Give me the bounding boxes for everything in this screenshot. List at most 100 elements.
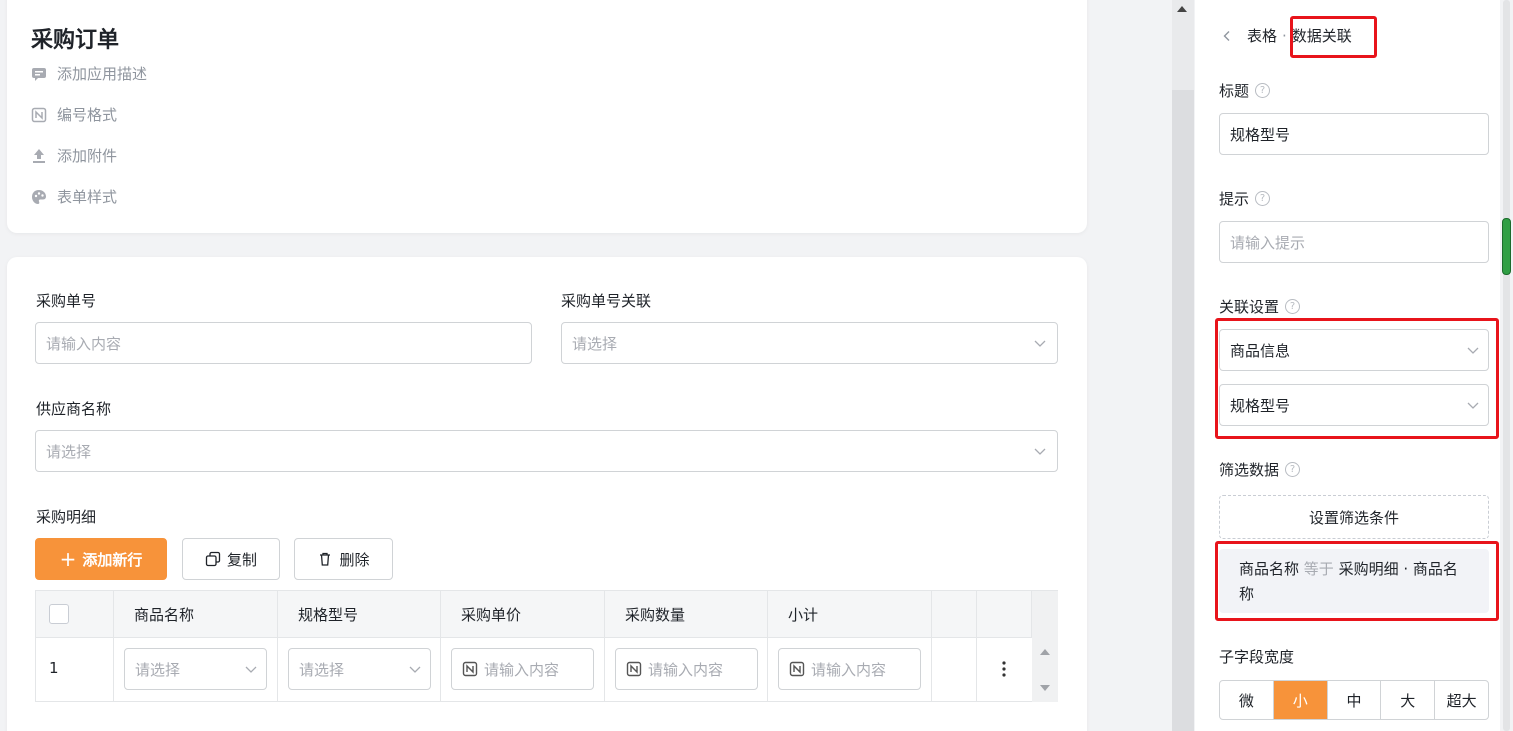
- trash-icon: [320, 552, 331, 566]
- product-name-cell: 请选择: [114, 638, 278, 702]
- po-link-select[interactable]: 请选择: [561, 322, 1058, 364]
- delete-button[interactable]: 删除: [294, 538, 393, 580]
- number-icon: [462, 661, 478, 677]
- product-name-select[interactable]: 请选择: [124, 648, 267, 690]
- spec-select[interactable]: 请选择: [288, 648, 431, 690]
- width-selector: 微 小 中 大 超大: [1219, 680, 1489, 720]
- chevron-left-icon[interactable]: [1221, 30, 1233, 42]
- panel-scrollbar-track[interactable]: [1503, 0, 1510, 731]
- scroll-down-arrow[interactable]: [1040, 685, 1050, 691]
- col-extra: [932, 591, 977, 638]
- subtotal-input[interactable]: 请输入内容: [778, 648, 921, 690]
- plus-icon: +: [59, 547, 77, 571]
- chevron-down-icon: [1034, 448, 1046, 455]
- relation-label-text: 关联设置: [1219, 298, 1280, 316]
- panel-scrollbar-thumb[interactable]: [1502, 218, 1511, 275]
- table-header: 商品名称 规格型号 采购单价 采购数量 小计: [36, 591, 1057, 638]
- quantity-cell: 请输入内容: [605, 638, 768, 702]
- spec-placeholder: 请选择: [299, 660, 345, 679]
- panel-scrollbar[interactable]: [1500, 0, 1513, 731]
- width-option-large[interactable]: 大: [1381, 681, 1436, 719]
- subtotal-placeholder: 请输入内容: [811, 660, 887, 679]
- product-name-placeholder: 请选择: [135, 660, 181, 679]
- row-index: 1: [49, 659, 59, 677]
- po-link-label: 采购单号关联: [561, 292, 652, 310]
- col-actions: [977, 591, 1032, 638]
- col-quantity: 采购数量: [605, 591, 768, 638]
- copy-label: 复制: [226, 550, 257, 569]
- width-label-text: 子字段宽度: [1219, 648, 1295, 666]
- col-product-name: 商品名称: [114, 591, 278, 638]
- unit-price-placeholder: 请输入内容: [484, 660, 560, 679]
- hint-label: 提示?: [1219, 188, 1271, 209]
- palette-icon: [32, 189, 46, 204]
- po-number-label: 采购单号: [36, 292, 97, 310]
- scroll-up-arrow[interactable]: [1177, 6, 1187, 12]
- table-row: 1: [36, 638, 114, 702]
- add-attachment-label: 添加附件: [57, 147, 118, 165]
- add-description-label: 添加应用描述: [57, 65, 148, 83]
- supplier-label: 供应商名称: [36, 400, 112, 418]
- unit-price-input[interactable]: 请输入内容: [451, 648, 594, 690]
- width-option-xlarge[interactable]: 超大: [1435, 681, 1488, 719]
- copy-icon: [205, 551, 221, 567]
- add-row-button[interactable]: + 添加新行: [35, 538, 167, 580]
- quantity-placeholder: 请输入内容: [648, 660, 724, 679]
- po-number-input[interactable]: 请输入内容: [35, 322, 532, 364]
- form-style-link[interactable]: 表单样式: [31, 186, 117, 207]
- number-format-label: 编号格式: [57, 106, 118, 124]
- help-icon: ?: [1285, 462, 1301, 477]
- set-filter-button[interactable]: 设置筛选条件: [1219, 495, 1489, 539]
- row-actions-cell: [977, 638, 1032, 702]
- width-label: 子字段宽度: [1219, 646, 1294, 667]
- more-vertical-icon[interactable]: [997, 660, 1011, 678]
- relation-label: 关联设置?: [1219, 296, 1301, 317]
- title-label: 标题?: [1219, 80, 1271, 101]
- col-spec: 规格型号: [278, 591, 441, 638]
- add-attachment-link[interactable]: 添加附件: [31, 145, 117, 166]
- number-icon: [789, 661, 805, 677]
- delete-label: 删除: [339, 550, 370, 569]
- title-value: 规格型号: [1230, 125, 1291, 144]
- help-icon: ?: [1255, 83, 1271, 98]
- select-all-checkbox[interactable]: [49, 604, 69, 624]
- copy-button[interactable]: 复制: [182, 538, 280, 580]
- add-description-link[interactable]: 添加应用描述: [31, 63, 147, 84]
- quantity-input[interactable]: 请输入内容: [615, 648, 758, 690]
- number-format-icon: [31, 107, 47, 122]
- table-scrollbar[interactable]: [1032, 591, 1058, 702]
- unit-price-cell: 请输入内容: [441, 638, 605, 702]
- width-option-micro[interactable]: 微: [1220, 681, 1274, 719]
- comment-icon: [32, 67, 46, 81]
- width-option-medium[interactable]: 中: [1328, 681, 1382, 719]
- number-icon: [626, 661, 642, 677]
- help-icon: ?: [1255, 191, 1271, 206]
- highlight-box: [1290, 16, 1377, 58]
- form-style-label: 表单样式: [57, 188, 118, 206]
- canvas-scrollbar[interactable]: [1172, 0, 1194, 731]
- chevron-down-icon: [1034, 340, 1046, 347]
- add-row-label: 添加新行: [82, 550, 143, 569]
- width-option-small[interactable]: 小: [1273, 681, 1328, 719]
- extra-cell: [932, 638, 977, 702]
- help-icon: ?: [1285, 299, 1301, 314]
- po-link-placeholder: 请选择: [572, 334, 618, 353]
- set-filter-label: 设置筛选条件: [1308, 508, 1399, 527]
- spec-cell: 请选择: [278, 638, 441, 702]
- number-format-link[interactable]: 编号格式: [31, 104, 117, 125]
- hint-input[interactable]: 请输入提示: [1219, 221, 1489, 263]
- breadcrumb-parent[interactable]: 表格: [1247, 25, 1277, 46]
- app-info-card: 采购订单 添加应用描述 编号格式 添加附件 表单样式: [7, 0, 1087, 233]
- select-all-cell: [36, 591, 114, 638]
- app-title: 采购订单: [31, 28, 120, 53]
- title-input[interactable]: 规格型号: [1219, 113, 1489, 155]
- property-panel: 表格 · 数据关联 标题? 规格型号 提示? 请输入提示 关联设置? 商品信息 …: [1195, 0, 1500, 731]
- canvas-scrollbar-thumb[interactable]: [1172, 90, 1194, 731]
- chevron-down-icon: [409, 666, 421, 673]
- scroll-up-arrow[interactable]: [1040, 649, 1050, 655]
- form-card: 采购单号 请输入内容 采购单号关联 请选择 供应商名称 请选择 采购明细 + 添…: [7, 257, 1087, 731]
- hint-label-text: 提示: [1219, 190, 1250, 208]
- supplier-placeholder: 请选择: [46, 442, 92, 461]
- supplier-select[interactable]: 请选择: [35, 430, 1058, 472]
- detail-label: 采购明细: [36, 508, 97, 526]
